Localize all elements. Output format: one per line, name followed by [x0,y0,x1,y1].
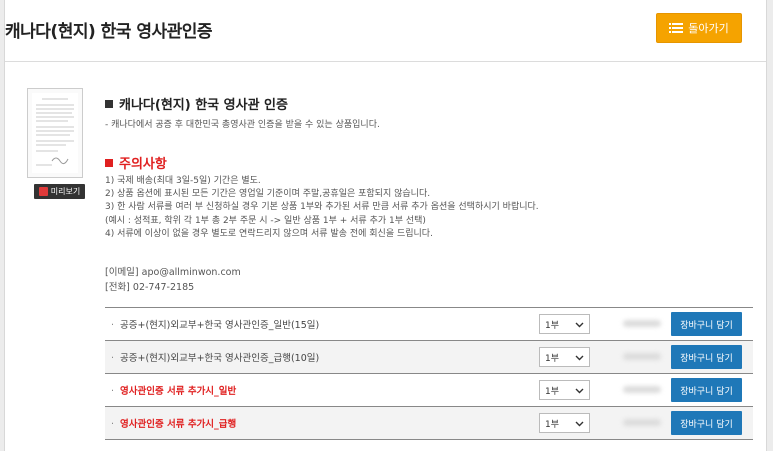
option-name: · 영사관인증 서류 추가시_일반 [111,386,237,397]
list-icon [669,23,684,33]
square-bullet-icon [105,159,113,167]
add-to-cart-button[interactable]: 장바구니 담기 [671,345,742,369]
page-title: 캐나다(현지) 한국 영사관인증 [5,22,213,42]
option-row: · 영사관인증 서류 추가시_일반 1부 장바구니 담기 [105,374,753,407]
option-row: · 영사관인증 서류 추가시_급행 1부 장바구니 담기 [105,407,753,440]
price-blurred [623,419,661,426]
option-row: · 공증+(현지)외교부+한국 영사관인증_급행(10일) 1부 장바구니 담기 [105,341,753,374]
chevron-down-icon [575,388,584,394]
notice-item: (예시 : 성적표, 학위 각 1부 총 2부 주문 시 -> 일반 상품 1부… [105,215,426,226]
option-name: · 공증+(현지)외교부+한국 영사관인증_급행(10일) [111,353,320,364]
product-description: - 캐나다에서 공증 후 대한민국 총영사관 인증을 받을 수 있는 상품입니다… [105,120,380,130]
add-to-cart-button[interactable]: 장바구니 담기 [671,411,742,435]
chevron-down-icon [575,355,584,361]
preview-label: 미리보기 [50,187,81,196]
notice-list: 1) 국제 배송(최대 3일-5일) 기간은 별도. 2) 상품 옵션에 표시된… [105,175,539,241]
notice-title-text: 주의사항 [119,157,167,172]
notice-item: 4) 서류에 이상이 없을 경우 별도로 연락드리지 않으며 서류 발송 전에 … [105,228,433,239]
document-icon [32,93,78,173]
price-blurred [623,386,661,393]
notice-item: 1) 국제 배송(최대 3일-5일) 기간은 별도. [105,176,261,186]
option-name: · 영사관인증 서류 추가시_급행 [111,419,237,430]
square-bullet-icon [105,100,113,108]
back-button[interactable]: 돌아가기 [656,13,742,43]
quantity-select[interactable]: 1부 [539,347,590,367]
preview-button[interactable]: 미리보기 [34,184,85,199]
page-header: 캐나다(현지) 한국 영사관인증 돌아가기 [5,0,766,62]
quantity-select[interactable]: 1부 [539,380,590,400]
preview-icon [38,187,48,196]
quantity-select[interactable]: 1부 [539,413,590,433]
document-thumbnail[interactable] [27,88,83,178]
add-to-cart-button[interactable]: 장바구니 담기 [671,378,742,402]
option-name: · 공증+(현지)외교부+한국 영사관인증_일반(15일) [111,320,320,331]
option-list: · 공증+(현지)외교부+한국 영사관인증_일반(15일) 1부 장바구니 담기 … [105,307,753,440]
option-row: · 공증+(현지)외교부+한국 영사관인증_일반(15일) 1부 장바구니 담기 [105,308,753,341]
quantity-select[interactable]: 1부 [539,314,590,334]
contact-phone: [전화] 02-747-2185 [105,282,195,293]
product-title-text: 캐나다(현지) 한국 영사관 인증 [119,98,288,113]
notice-item: 3) 한 사람 서류를 여러 부 신청하실 경우 기본 상품 1부와 추가된 서… [105,202,539,213]
add-to-cart-button[interactable]: 장바구니 담기 [671,312,742,336]
back-button-label: 돌아가기 [688,22,729,35]
price-blurred [623,320,661,327]
product-title: 캐나다(현지) 한국 영사관 인증 [105,94,288,113]
notice-item: 2) 상품 옵션에 표시된 모든 기간은 영업일 기준이며 주말,공휴일은 포함… [105,189,431,200]
chevron-down-icon [575,322,584,328]
notice-title: 주의사항 [105,153,167,172]
contact-email: [이메일] apo@allminwon.com [105,267,241,278]
contact-info: [이메일] apo@allminwon.com [전화] 02-747-2185 [105,265,241,295]
price-blurred [623,353,661,360]
chevron-down-icon [575,421,584,427]
page-frame: 캐나다(현지) 한국 영사관인증 돌아가기 미리보기 캐나다(현지) 한국 영사… [4,0,767,451]
